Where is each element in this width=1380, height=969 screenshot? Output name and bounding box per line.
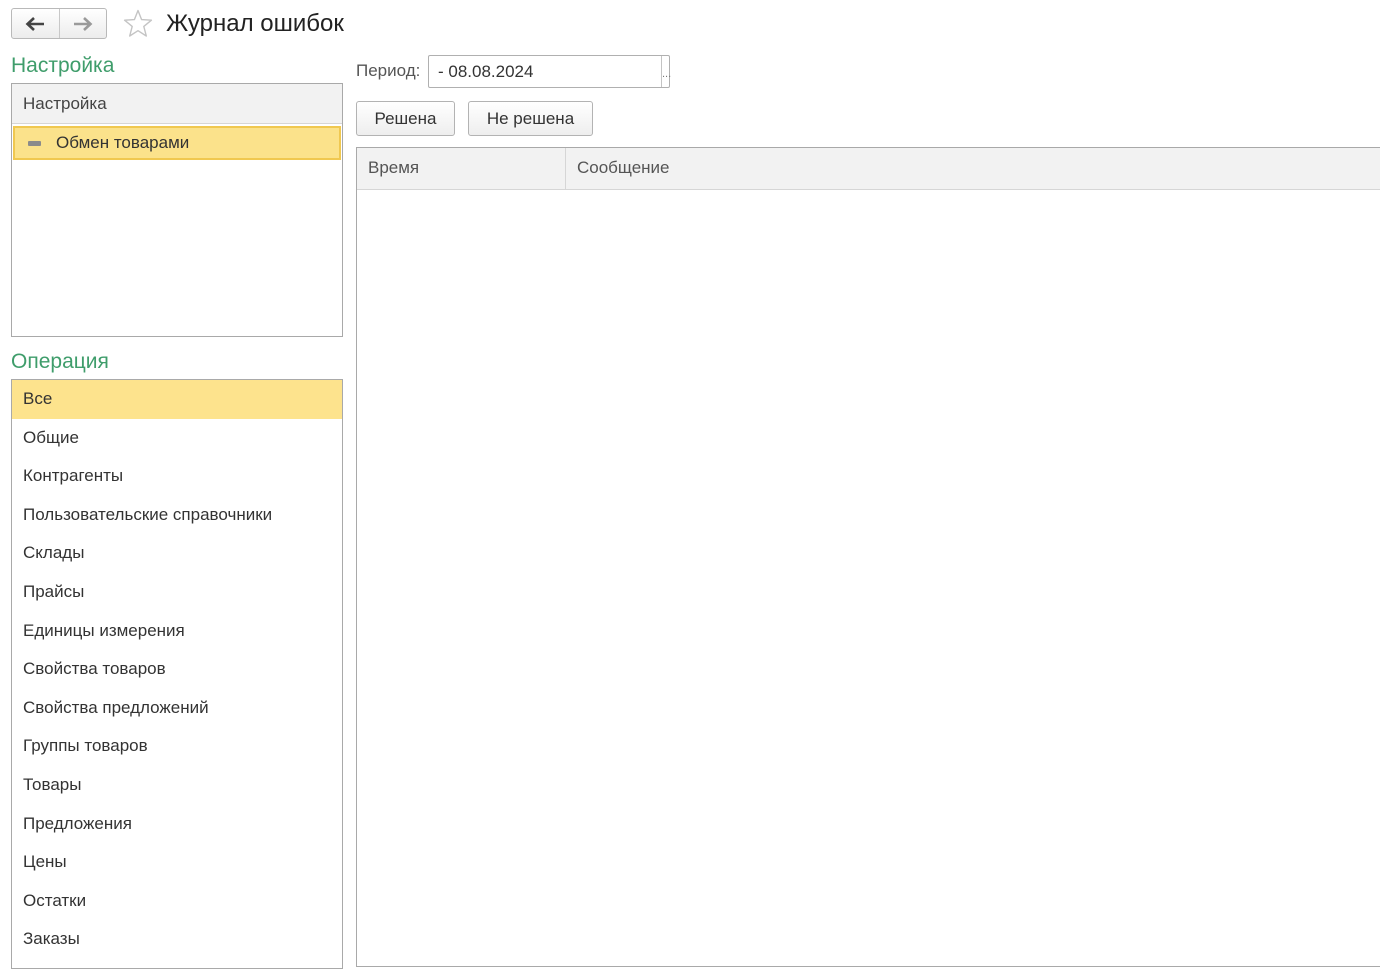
operation-list: Все Общие Контрагенты Пользовательские с… (11, 379, 343, 969)
settings-item-label: Обмен товарами (56, 133, 190, 152)
operation-item-general[interactable]: Общие (12, 419, 342, 458)
star-outline-icon[interactable] (122, 8, 154, 40)
operation-item-orders[interactable]: Заказы (12, 920, 342, 959)
operation-item-products[interactable]: Товары (12, 766, 342, 805)
history-nav (11, 8, 107, 39)
operation-item-offers[interactable]: Предложения (12, 805, 342, 844)
period-select-button[interactable]: ... (661, 56, 671, 87)
settings-section-title: Настройка (11, 54, 115, 77)
column-header-message[interactable]: Сообщение (566, 148, 1380, 189)
arrow-right-icon (73, 16, 93, 31)
period-field: ... (428, 55, 671, 88)
back-button[interactable] (12, 9, 59, 38)
operation-item-prices[interactable]: Цены (12, 843, 342, 882)
error-log-table[interactable]: Время Сообщение (356, 147, 1380, 967)
minus-icon[interactable] (28, 140, 41, 146)
operation-item-offer-properties[interactable]: Свойства предложений (12, 689, 342, 728)
settings-list: Настройка Обмен товарами (11, 83, 343, 337)
arrow-left-icon (25, 16, 45, 31)
not-resolved-button[interactable]: Не решена (468, 101, 593, 136)
operation-item-units[interactable]: Единицы измерения (12, 612, 342, 651)
operation-item-contractors[interactable]: Контрагенты (12, 457, 342, 496)
page-title: Журнал ошибок (166, 10, 344, 37)
operation-item-warehouses[interactable]: Склады (12, 534, 342, 573)
settings-column-header: Настройка (12, 84, 342, 124)
column-header-time[interactable]: Время (357, 148, 566, 189)
operation-item-product-properties[interactable]: Свойства товаров (12, 650, 342, 689)
settings-item-goods-exchange[interactable]: Обмен товарами (13, 126, 341, 160)
forward-button[interactable] (58, 9, 107, 38)
operation-item-all[interactable]: Все (12, 380, 342, 419)
table-header: Время Сообщение (357, 148, 1380, 190)
period-input[interactable] (429, 56, 661, 87)
period-label: Период: (356, 61, 421, 80)
operation-item-stock[interactable]: Остатки (12, 882, 342, 921)
operation-section-title: Операция (11, 350, 109, 373)
operation-item-product-groups[interactable]: Группы товаров (12, 727, 342, 766)
resolved-button[interactable]: Решена (356, 101, 455, 136)
operation-item-price-lists[interactable]: Прайсы (12, 573, 342, 612)
operation-item-user-catalogs[interactable]: Пользовательские справочники (12, 496, 342, 535)
